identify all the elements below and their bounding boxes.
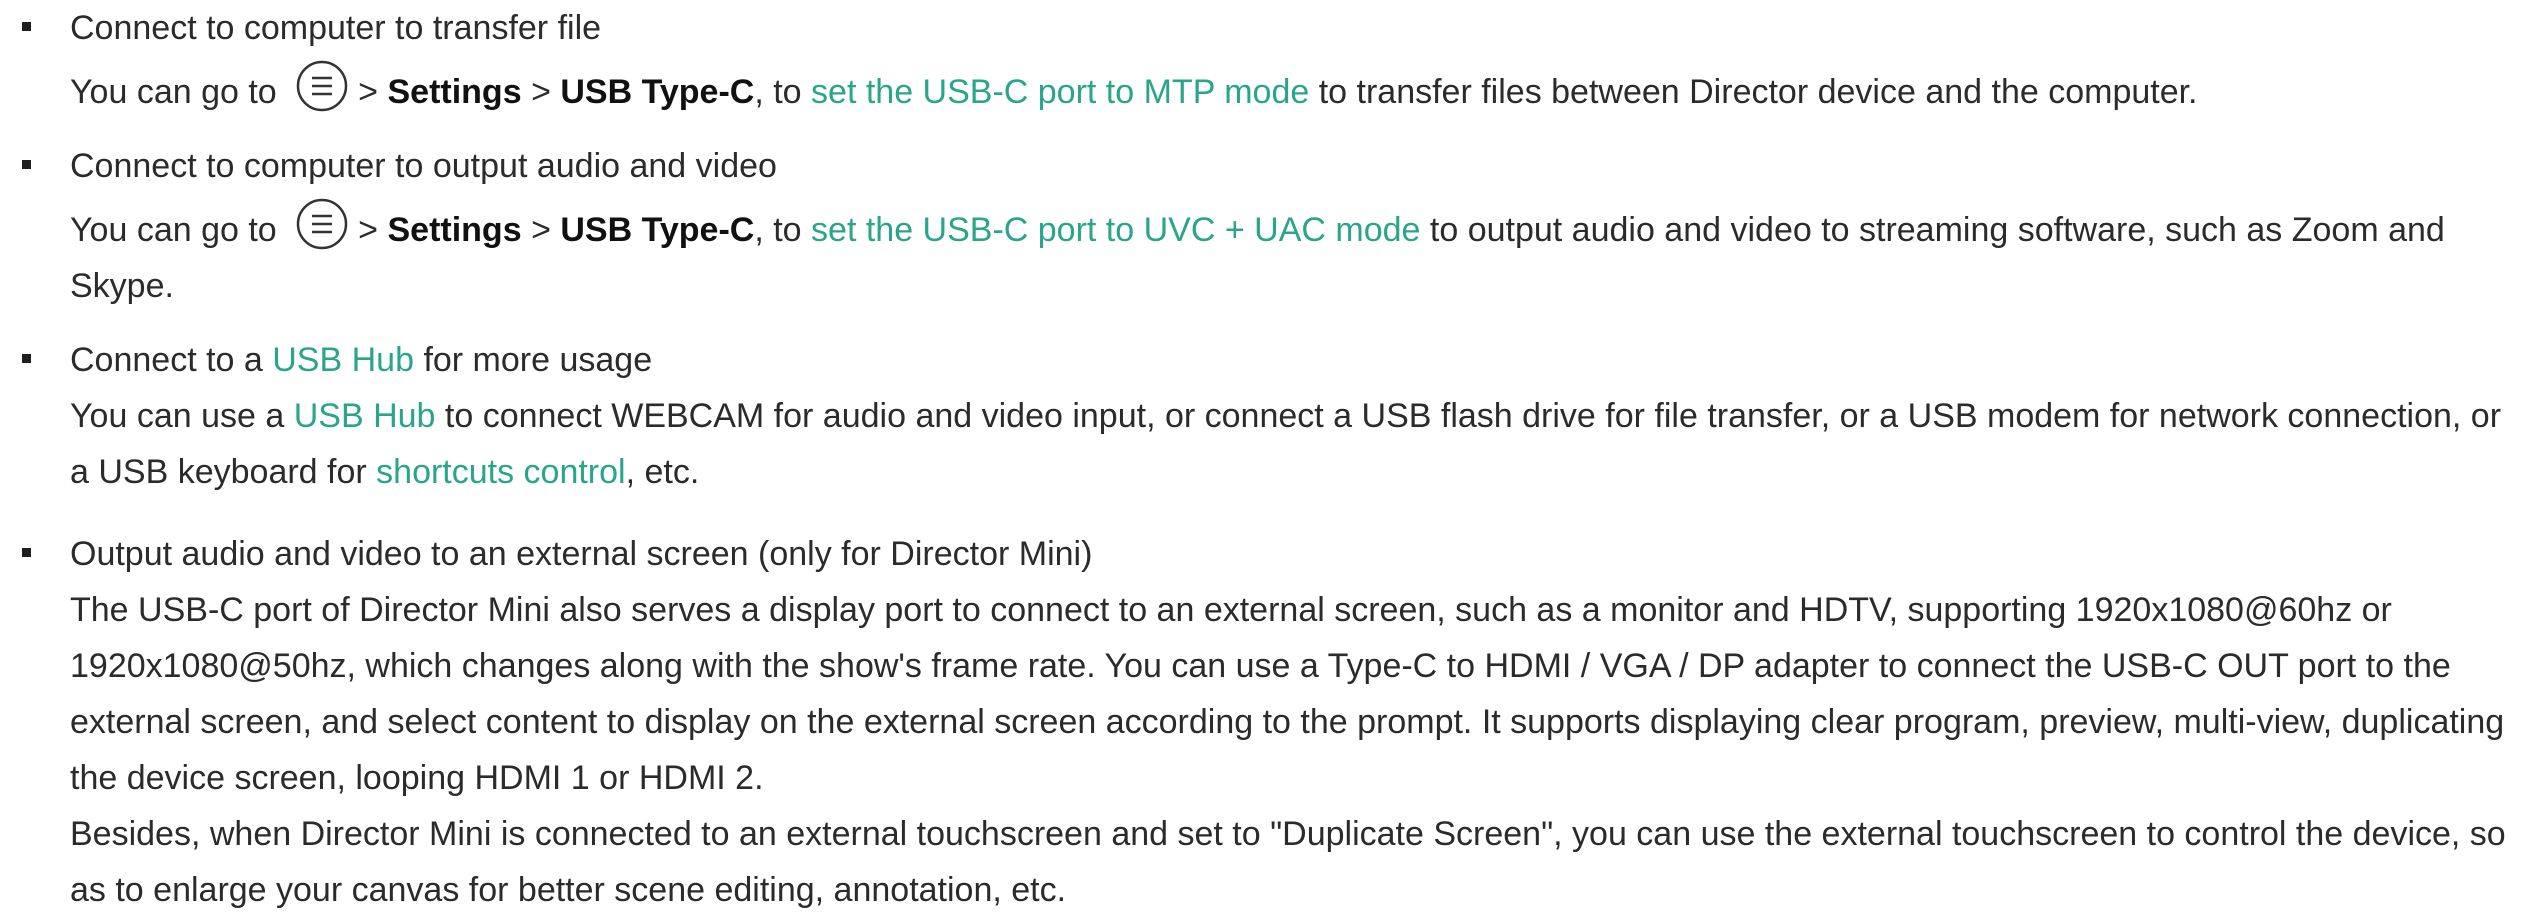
- settings-label: Settings: [387, 211, 522, 249]
- bullet: [22, 548, 31, 557]
- bullet: [22, 22, 31, 31]
- paragraph-touchscreen: Besides, when Director Mini is connected…: [70, 815, 2506, 909]
- paragraph-display-port: The USB-C port of Director Mini also ser…: [70, 591, 2505, 797]
- body-prefix: You can go to: [70, 211, 277, 249]
- menu-icon: [294, 196, 350, 252]
- bullet: [22, 160, 31, 169]
- separator: >: [358, 211, 379, 249]
- item-body: You can go to > Settings > USB Type-C, t…: [70, 198, 2520, 314]
- body-suffix: , etc.: [625, 453, 700, 491]
- item-heading: Connect to computer to output audio and …: [70, 147, 777, 185]
- settings-label: Settings: [387, 73, 522, 111]
- uvc-uac-mode-link[interactable]: set the USB-C port to UVC + UAC mode: [811, 211, 1420, 249]
- item-heading: Connect to computer to transfer file: [70, 9, 602, 47]
- item-heading: Connect to a USB Hub for more usage: [70, 332, 652, 388]
- usb-hub-heading-link[interactable]: USB Hub: [272, 341, 414, 379]
- connector-text: , to: [754, 211, 802, 249]
- heading-suffix: for more usage: [423, 341, 653, 379]
- body-prefix: You can use a: [70, 397, 285, 435]
- mtp-mode-link[interactable]: set the USB-C port to MTP mode: [811, 73, 1309, 111]
- shortcuts-control-link[interactable]: shortcuts control: [376, 453, 625, 491]
- item-body: You can use a USB Hub to connect WEBCAM …: [70, 388, 2520, 500]
- item-heading: Output audio and video to an external sc…: [70, 535, 1093, 573]
- usb-type-c-label: USB Type-C: [560, 211, 755, 249]
- separator: >: [531, 211, 551, 249]
- body-suffix: to transfer files between Director devic…: [1318, 73, 2198, 111]
- heading-prefix: Connect to a: [70, 341, 263, 379]
- item-body: You can go to > Settings > USB Type-C, t…: [70, 60, 2520, 120]
- usb-type-c-label: USB Type-C: [560, 73, 755, 111]
- bullet: [22, 354, 31, 363]
- body-prefix: You can go to: [70, 73, 277, 111]
- connector-text: , to: [754, 73, 802, 111]
- item-body: The USB-C port of Director Mini also ser…: [70, 582, 2520, 918]
- separator: >: [358, 73, 379, 111]
- document: Connect to computer to transfer file You…: [0, 0, 2536, 909]
- usb-hub-body-link[interactable]: USB Hub: [294, 397, 436, 435]
- separator: >: [531, 73, 551, 111]
- menu-icon: [294, 58, 350, 114]
